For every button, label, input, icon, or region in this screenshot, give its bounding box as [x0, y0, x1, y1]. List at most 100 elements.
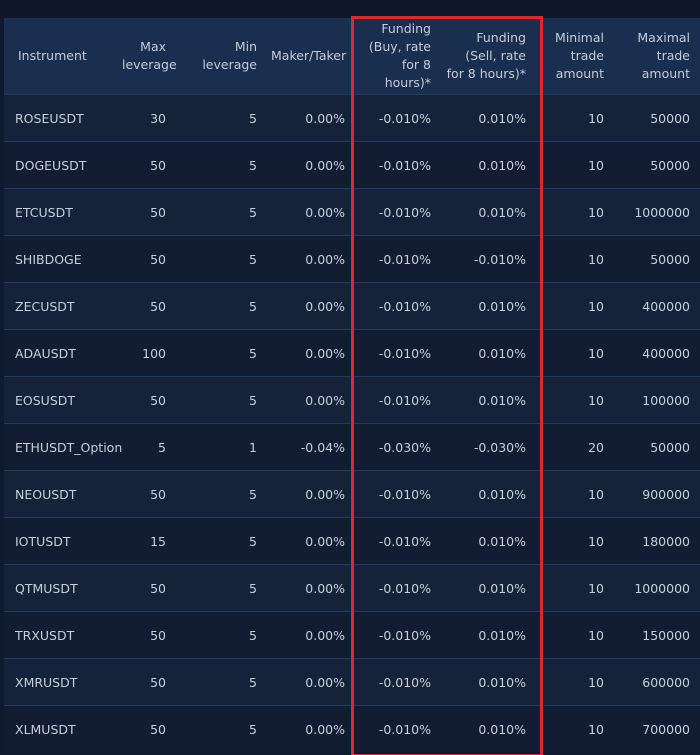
- table-row[interactable]: ZECUSDT 50 5 0.00% -0.010% 0.010% 10 400000: [4, 282, 700, 330]
- min-trade-amount-cell: 10: [536, 611, 614, 659]
- column-header-min-leverage[interactable]: Min leverage: [176, 18, 267, 95]
- instrument-cell: DOGEUSDT: [4, 141, 118, 189]
- funding-buy-cell: -0.010%: [355, 376, 441, 424]
- maker-taker-cell: 0.00%: [267, 658, 355, 706]
- max-trade-amount-cell: 50000: [614, 94, 700, 142]
- max-leverage-cell: 50: [118, 188, 176, 236]
- min-leverage-cell: 5: [176, 564, 267, 612]
- min-leverage-cell: 5: [176, 94, 267, 142]
- instrument-cell: ROSEUSDT: [4, 94, 118, 142]
- min-leverage-cell: 5: [176, 282, 267, 330]
- funding-buy-cell: -0.010%: [355, 235, 441, 283]
- table-row[interactable]: EOSUSDT 50 5 0.00% -0.010% 0.010% 10 100000: [4, 376, 700, 424]
- column-header-funding-sell[interactable]: Funding (Sell, rate for 8 hours)*: [441, 18, 536, 95]
- min-leverage-cell: 5: [176, 611, 267, 659]
- column-header-max-leverage[interactable]: Max leverage: [118, 18, 177, 95]
- funding-sell-cell: -0.010%: [441, 235, 536, 283]
- funding-buy-cell: -0.010%: [355, 141, 441, 189]
- max-leverage-cell: 50: [118, 705, 176, 752]
- funding-buy-cell: -0.010%: [355, 705, 441, 752]
- maker-taker-cell: 0.00%: [267, 141, 355, 189]
- table-row[interactable]: XMRUSDT 50 5 0.00% -0.010% 0.010% 10 600000: [4, 658, 700, 706]
- instrument-cell: ZECUSDT: [4, 282, 118, 330]
- column-header-minimal-trade-amount[interactable]: Minimal trade amount: [536, 18, 614, 95]
- table-row[interactable]: TRXUSDT 50 5 0.00% -0.010% 0.010% 10 150000: [4, 611, 700, 659]
- column-header-maximal-trade-amount[interactable]: Maximal trade amount: [614, 18, 700, 95]
- table-row[interactable]: SHIBDOGE 50 5 0.00% -0.010% -0.010% 10 50000: [4, 235, 700, 283]
- funding-buy-cell: -0.030%: [355, 423, 441, 471]
- funding-sell-cell: 0.010%: [441, 705, 536, 752]
- max-trade-amount-cell: 180000: [614, 517, 700, 565]
- max-trade-amount-cell: 100000: [614, 376, 700, 424]
- funding-sell-cell: -0.030%: [441, 423, 536, 471]
- column-header-funding-buy[interactable]: Funding (Buy, rate for 8 hours)*: [355, 18, 441, 95]
- funding-buy-cell: -0.010%: [355, 517, 441, 565]
- max-trade-amount-cell: 50000: [614, 141, 700, 189]
- max-trade-amount-cell: 1000000: [614, 564, 700, 612]
- max-leverage-cell: 100: [118, 329, 176, 377]
- max-trade-amount-cell: 400000: [614, 282, 700, 330]
- maker-taker-cell: 0.00%: [267, 188, 355, 236]
- table-row[interactable]: XLMUSDT 50 5 0.00% -0.010% 0.010% 10 700000: [4, 705, 700, 752]
- max-leverage-cell: 50: [118, 282, 176, 330]
- table-row[interactable]: ETHUSDT_Option 5 1 -0.04% -0.030% -0.030% 20 50…: [4, 423, 700, 471]
- min-leverage-cell: 5: [176, 517, 267, 565]
- min-leverage-cell: 5: [176, 470, 267, 518]
- max-leverage-cell: 50: [118, 611, 176, 659]
- instrument-cell: IOTUSDT: [4, 517, 118, 565]
- funding-sell-cell: 0.010%: [441, 94, 536, 142]
- max-leverage-cell: 50: [118, 470, 176, 518]
- maker-taker-cell: 0.00%: [267, 376, 355, 424]
- maker-taker-cell: 0.00%: [267, 329, 355, 377]
- min-trade-amount-cell: 10: [536, 658, 614, 706]
- funding-sell-cell: 0.010%: [441, 141, 536, 189]
- max-trade-amount-cell: 700000: [614, 705, 700, 752]
- funding-buy-cell: -0.010%: [355, 188, 441, 236]
- min-trade-amount-cell: 10: [536, 235, 614, 283]
- funding-sell-cell: 0.010%: [441, 517, 536, 565]
- min-trade-amount-cell: 10: [536, 564, 614, 612]
- min-leverage-cell: 5: [176, 141, 267, 189]
- max-trade-amount-cell: 1000000: [614, 188, 700, 236]
- table-row[interactable]: ETCUSDT 50 5 0.00% -0.010% 0.010% 10 1000000: [4, 188, 700, 236]
- instrument-cell: ETCUSDT: [4, 188, 118, 236]
- max-trade-amount-cell: 900000: [614, 470, 700, 518]
- funding-buy-cell: -0.010%: [355, 94, 441, 142]
- funding-sell-cell: 0.010%: [441, 611, 536, 659]
- funding-sell-cell: 0.010%: [441, 329, 536, 377]
- table-row[interactable]: QTMUSDT 50 5 0.00% -0.010% 0.010% 10 1000000: [4, 564, 700, 612]
- maker-taker-cell: -0.04%: [267, 423, 355, 471]
- maker-taker-cell: 0.00%: [267, 705, 355, 752]
- table-body: ROSEUSDT 30 5 0.00% -0.010% 0.010% 10 50000 DOGE…: [4, 94, 700, 752]
- max-trade-amount-cell: 400000: [614, 329, 700, 377]
- min-trade-amount-cell: 10: [536, 94, 614, 142]
- top-bar: [0, 0, 700, 18]
- max-trade-amount-cell: 50000: [614, 235, 700, 283]
- funding-buy-cell: -0.010%: [355, 564, 441, 612]
- maker-taker-cell: 0.00%: [267, 564, 355, 612]
- funding-buy-cell: -0.010%: [355, 282, 441, 330]
- maker-taker-cell: 0.00%: [267, 611, 355, 659]
- column-header-instrument[interactable]: Instrument: [4, 18, 118, 95]
- column-header-maker-taker[interactable]: Maker/Taker: [267, 18, 355, 95]
- instrument-cell: QTMUSDT: [4, 564, 118, 612]
- instrument-cell: XMRUSDT: [4, 658, 118, 706]
- table-row[interactable]: NEOUSDT 50 5 0.00% -0.010% 0.010% 10 900000: [4, 470, 700, 518]
- instrument-cell: TRXUSDT: [4, 611, 118, 659]
- table-row[interactable]: IOTUSDT 15 5 0.00% -0.010% 0.010% 10 180000: [4, 517, 700, 565]
- max-leverage-cell: 50: [118, 235, 176, 283]
- min-trade-amount-cell: 10: [536, 188, 614, 236]
- table-row[interactable]: ROSEUSDT 30 5 0.00% -0.010% 0.010% 10 50000: [4, 94, 700, 142]
- table-row[interactable]: ADAUSDT 100 5 0.00% -0.010% 0.010% 10 400000: [4, 329, 700, 377]
- funding-buy-cell: -0.010%: [355, 658, 441, 706]
- min-leverage-cell: 5: [176, 188, 267, 236]
- min-leverage-cell: 5: [176, 329, 267, 377]
- instrument-cell: ADAUSDT: [4, 329, 118, 377]
- instrument-cell: NEOUSDT: [4, 470, 118, 518]
- maker-taker-cell: 0.00%: [267, 470, 355, 518]
- table-row[interactable]: DOGEUSDT 50 5 0.00% -0.010% 0.010% 10 50000: [4, 141, 700, 189]
- max-leverage-cell: 50: [118, 141, 176, 189]
- funding-buy-cell: -0.010%: [355, 611, 441, 659]
- table-header: Instrument Max leverage Min leverage Mak…: [4, 18, 700, 95]
- min-leverage-cell: 1: [176, 423, 267, 471]
